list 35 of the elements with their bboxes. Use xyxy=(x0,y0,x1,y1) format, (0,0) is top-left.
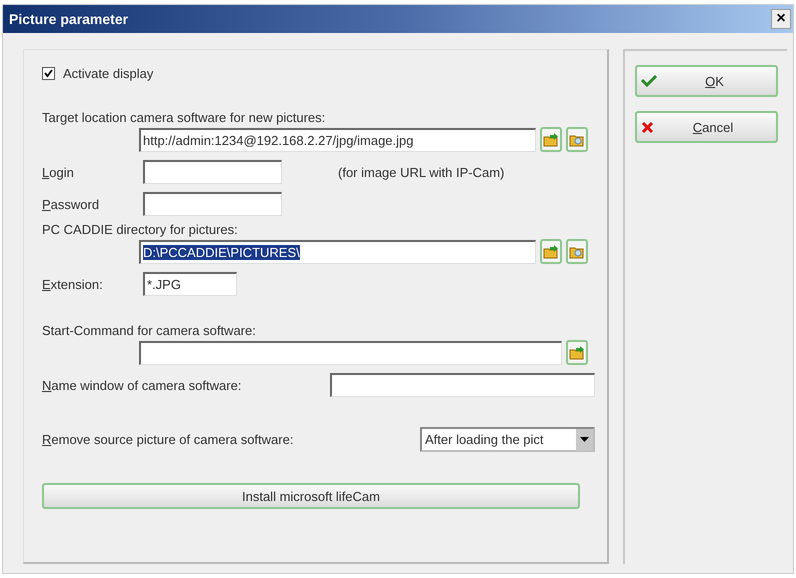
input-field[interactable] xyxy=(143,160,282,184)
field-label: Extension: xyxy=(42,276,103,292)
ok-button[interactable]: OK xyxy=(635,65,778,97)
checkbox-label: Activate display xyxy=(63,66,154,81)
input-field[interactable]: http://admin:1234@192.168.2.27/jpg/image.jpg xyxy=(139,128,536,152)
dropdown[interactable]: After loading the pict xyxy=(420,427,595,452)
field-label: Password xyxy=(42,196,100,212)
folder-arrow-icon xyxy=(543,244,559,260)
input-field[interactable] xyxy=(139,340,562,364)
field-label: Name window of camera software: xyxy=(42,378,242,392)
field-label: Remove source picture of camera software: xyxy=(42,432,294,447)
input-field[interactable] xyxy=(330,373,595,397)
field-label: Login xyxy=(42,164,74,180)
hint-text: (for image URL with IP-Cam) xyxy=(338,164,504,180)
input-field[interactable]: *.JPG xyxy=(143,272,237,296)
open-folder-button[interactable] xyxy=(540,239,562,264)
window-title: Picture parameter xyxy=(9,11,128,27)
close-icon xyxy=(641,120,654,134)
cancel-button[interactable]: Cancel xyxy=(635,111,778,143)
close-button[interactable]: × xyxy=(771,9,791,29)
install-button[interactable]: Install microsoft lifeCam xyxy=(42,483,580,509)
browse-folder-button[interactable] xyxy=(566,127,588,152)
field-label: PC CADDIE directory for pictures: xyxy=(42,222,238,237)
open-folder-button[interactable] xyxy=(566,340,588,365)
field-label: Start-Command for camera software: xyxy=(42,323,256,338)
open-folder-button[interactable] xyxy=(540,127,562,152)
input-field[interactable]: D:\PCCADDIE\PICTURES\ xyxy=(139,240,536,264)
input-field[interactable] xyxy=(143,192,282,216)
checkmark-icon xyxy=(641,74,657,88)
field-label: Target location camera software for new pictures: xyxy=(42,110,326,125)
checkbox[interactable] xyxy=(42,67,55,80)
selected-text: D:\PCCADDIE\PICTURES\ xyxy=(143,244,300,260)
folder-arrow-icon xyxy=(543,132,559,148)
browse-folder-button[interactable] xyxy=(566,239,588,264)
folder-arrow-icon xyxy=(569,344,585,360)
